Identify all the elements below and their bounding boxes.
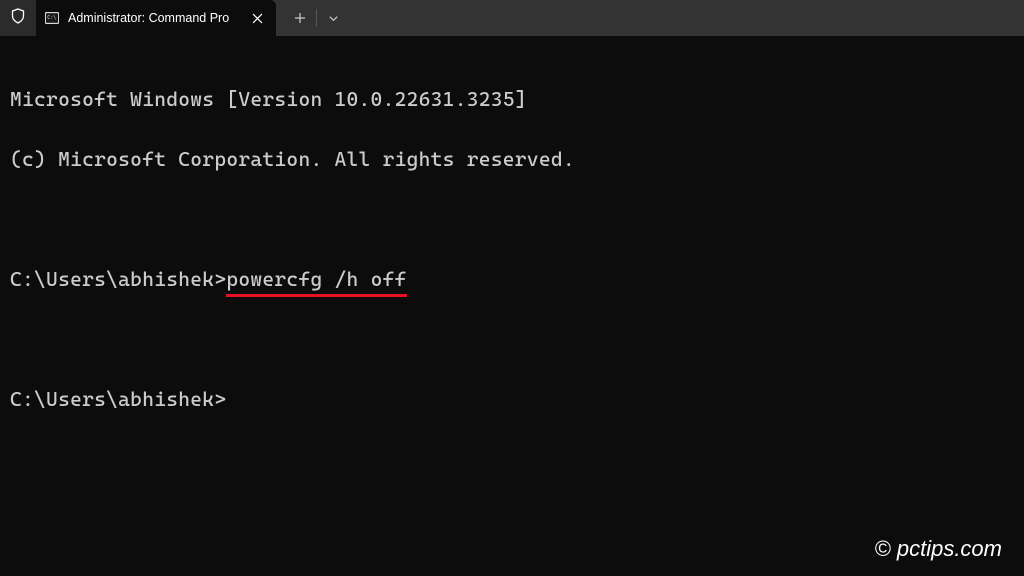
- titlebar: C:\ Administrator: Command Pro: [0, 0, 1024, 36]
- cmd-icon: C:\: [44, 10, 60, 26]
- tab-dropdown-button[interactable]: [317, 0, 349, 36]
- prompt-path: C:\Users\abhishek>: [10, 267, 226, 291]
- plus-icon: [294, 9, 306, 28]
- watermark: © pctips.com: [875, 536, 1002, 562]
- prompt-path: C:\Users\abhishek>: [10, 387, 226, 411]
- command-text: powercfg /h off: [226, 267, 406, 291]
- tab-title: Administrator: Command Pro: [68, 11, 240, 25]
- new-tab-button[interactable]: [284, 0, 316, 36]
- tab-actions: [276, 0, 349, 36]
- shield-icon: [10, 8, 26, 28]
- terminal-output[interactable]: Microsoft Windows [Version 10.0.22631.32…: [0, 36, 1024, 462]
- entered-command: powercfg /h off: [226, 264, 406, 294]
- blank-line: [10, 324, 1014, 354]
- chevron-down-icon: [328, 9, 339, 28]
- blank-line: [10, 204, 1014, 234]
- close-icon[interactable]: [248, 9, 266, 27]
- svg-text:C:\: C:\: [47, 15, 56, 21]
- command-line-2: C:\Users\abhishek>: [10, 384, 1014, 414]
- tab-command-prompt[interactable]: C:\ Administrator: Command Pro: [36, 0, 276, 36]
- copyright-line: (c) Microsoft Corporation. All rights re…: [10, 144, 1014, 174]
- command-line-1: C:\Users\abhishek>powercfg /h off: [10, 264, 1014, 294]
- version-line: Microsoft Windows [Version 10.0.22631.32…: [10, 84, 1014, 114]
- admin-shield-area: [0, 0, 36, 36]
- annotation-underline: [226, 294, 406, 297]
